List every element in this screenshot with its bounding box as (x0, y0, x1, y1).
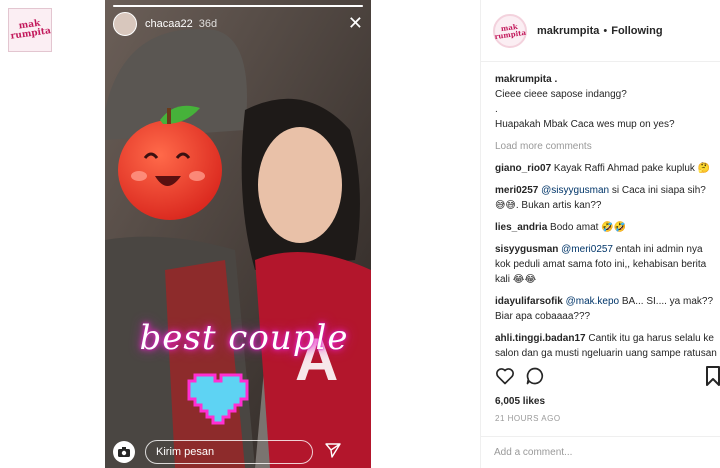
story-progress-fill (113, 5, 363, 7)
like-count[interactable]: 6,005 likes (495, 396, 545, 407)
story-image: A chacaa22 36d ✕ best couple Kirim pesan (105, 0, 371, 468)
story-footer: Kirim pesan (105, 436, 371, 468)
caption-line: Huapakah Mbak Caca wes mup on yes? (495, 119, 675, 130)
comment-mention[interactable]: @sisyygusman (541, 185, 609, 196)
comment-list: makrumpita . Cieee cieee sapose indangg?… (495, 72, 719, 368)
comment-username[interactable]: sisyygusman (495, 244, 558, 255)
comment-icon[interactable] (525, 366, 545, 386)
story-username[interactable]: chacaa22 (145, 18, 193, 30)
comment-mention[interactable]: @mak.kepo (566, 296, 620, 307)
comment-text: Bodo amat 🤣🤣 (550, 222, 627, 233)
story-avatar[interactable] (113, 12, 137, 36)
heart-icon[interactable] (495, 366, 515, 386)
account-logo[interactable]: mak rumpita (8, 8, 52, 52)
bookmark-icon[interactable] (705, 366, 720, 386)
comment-item: idayulifarsofik @mak.kepo BA... SI.... y… (495, 294, 719, 324)
comment-item: lies_andria Bodo amat 🤣🤣 (495, 220, 719, 235)
comment-mention[interactable]: @meri0257 (561, 244, 613, 255)
caption-line: . (495, 104, 498, 115)
comment-item: meri0257 @sisyygusman si Caca ini siapa … (495, 183, 719, 213)
comment-username[interactable]: meri0257 (495, 185, 538, 196)
post-side-panel: mak rumpita makrumpita • Following makru… (480, 0, 720, 468)
camera-icon[interactable] (113, 441, 135, 463)
post-timestamp: 21 HOURS AGO (495, 414, 561, 423)
post-caption: makrumpita . Cieee cieee sapose indangg?… (495, 72, 719, 132)
add-comment-input[interactable]: Add a comment... (480, 436, 720, 468)
author-username[interactable]: makrumpita (537, 25, 599, 37)
story-caption-sticker: best couple (139, 318, 349, 358)
story-header: chacaa22 36d (113, 12, 217, 36)
follow-button[interactable]: Following (611, 25, 662, 37)
close-icon[interactable]: ✕ (348, 14, 363, 32)
logo-wordmark: mak rumpita (493, 21, 526, 40)
comment-item: giano_rio07 Kayak Raffi Ahmad pake kuplu… (495, 161, 719, 176)
author-avatar[interactable]: mak rumpita (493, 13, 527, 48)
comment-text: Kayak Raffi Ahmad pake kupluk 🤔 (553, 163, 711, 174)
load-more-comments-button[interactable]: Load more comments (495, 139, 719, 154)
header-separator: • (603, 24, 608, 37)
caption-line: Cieee cieee sapose indangg? (495, 89, 627, 100)
caption-username[interactable]: makrumpita . (495, 72, 719, 87)
story-reply-input[interactable]: Kirim pesan (145, 440, 313, 464)
comment-username[interactable]: giano_rio07 (495, 163, 551, 174)
instagram-post-view: mak rumpita A chacaa22 36d ✕ best couple… (0, 0, 720, 468)
comment-username[interactable]: ahli.tinggi.badan17 (495, 333, 586, 344)
story-progress-bar (113, 5, 363, 7)
story-timestamp: 36d (198, 18, 218, 30)
send-icon[interactable] (325, 442, 341, 463)
comment-item: ahli.tinggi.badan17 Cantik itu ga harus … (495, 331, 719, 361)
comment-username[interactable]: lies_andria (495, 222, 547, 233)
comment-username[interactable]: idayulifarsofik (495, 296, 563, 307)
post-header: mak rumpita makrumpita • Following (481, 0, 720, 62)
story-photo: A (105, 0, 371, 468)
comment-item: sisyygusman @meri0257 entah ini admin ny… (495, 242, 719, 287)
post-actions (495, 366, 720, 388)
logo-wordmark: mak rumpita (9, 18, 52, 42)
